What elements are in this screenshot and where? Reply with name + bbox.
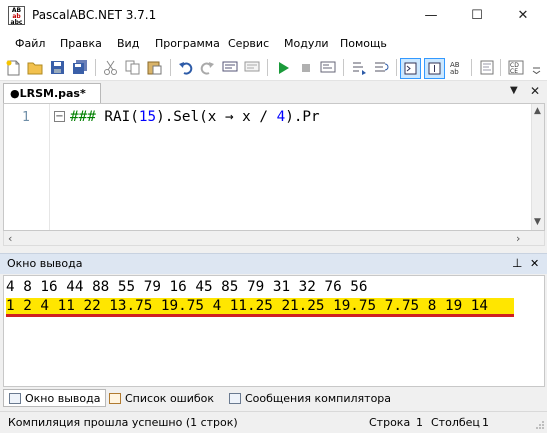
- tab-file[interactable]: ●LRSM.pas*: [3, 83, 101, 104]
- status-row-label: Строка: [369, 416, 411, 429]
- status-row-value: 1: [416, 416, 423, 429]
- toolbar-separator: [500, 59, 501, 76]
- code-icon[interactable]: CD CE: [506, 58, 525, 77]
- editor-horizontal-scrollbar[interactable]: ‹ ›: [3, 231, 545, 246]
- menu-bar: Файл Правка Вид Программа Сервис Модули …: [0, 31, 547, 55]
- fold-toggle-icon[interactable]: −: [54, 111, 65, 122]
- pin-icon[interactable]: ⊥: [512, 256, 522, 270]
- open-folder-icon[interactable]: [26, 58, 45, 77]
- scroll-down-icon[interactable]: ▼: [534, 217, 541, 227]
- toolbar-separator: [396, 59, 397, 76]
- debug-icon[interactable]: [318, 58, 337, 77]
- tab-compiler-messages-label: Сообщения компилятора: [245, 391, 392, 405]
- scroll-left-icon[interactable]: ‹: [8, 232, 12, 245]
- error-list-icon: [109, 392, 121, 404]
- console-icon[interactable]: [400, 58, 421, 79]
- editor-vertical-scrollbar[interactable]: ▲ ▼: [531, 104, 544, 230]
- toolbar-separator: [343, 59, 344, 76]
- code-token-hash: ###: [70, 109, 96, 125]
- compiler-messages-icon: [229, 392, 241, 404]
- editor-tab-strip: ●LRSM.pas* ▼ ✕: [0, 81, 547, 104]
- tab-output[interactable]: Окно вывода: [3, 389, 107, 407]
- output-window-icon: [9, 392, 21, 404]
- menu-service[interactable]: Сервис: [228, 37, 269, 50]
- tab-error-list[interactable]: Список ошибок: [104, 389, 219, 407]
- code-token-text: ).Sel(x → x /: [156, 109, 277, 125]
- close-button[interactable]: ✕: [500, 0, 546, 31]
- toolbar-separator: [267, 59, 268, 76]
- output-panel-title: Окно вывода: [7, 257, 83, 270]
- bottom-tab-strip: Окно вывода Список ошибок Сообщения комп…: [0, 387, 547, 409]
- code-editor[interactable]: 1 − ### RAI(15).Sel(x → x / 4).Pr ▲ ▼: [3, 103, 545, 231]
- resize-grip-icon[interactable]: [535, 420, 545, 430]
- code-token-number: 15: [138, 109, 157, 125]
- status-col-label: Столбец: [431, 416, 480, 429]
- code-token-text: RAI(: [95, 109, 139, 125]
- status-col-value: 1: [482, 416, 489, 429]
- step-over-icon[interactable]: [371, 58, 390, 77]
- toolbar-overflow-icon[interactable]: [530, 58, 542, 77]
- code-line[interactable]: ### RAI(15).Sel(x → x / 4).Pr: [70, 109, 320, 125]
- toolbar-separator: [95, 59, 96, 76]
- toolbar-separator: [471, 59, 472, 76]
- output-icon[interactable]: [424, 58, 445, 79]
- line-gutter: 1: [4, 104, 50, 230]
- redo-icon[interactable]: [198, 58, 217, 77]
- menu-program[interactable]: Программа: [155, 37, 220, 50]
- code-token-number: 4: [276, 109, 286, 125]
- output-panel-header: Окно вывода ⊥ ✕: [0, 253, 547, 274]
- line-number: 1: [22, 110, 30, 125]
- run-icon[interactable]: [274, 58, 293, 77]
- title-bar: AB ab abc PascalABC.NET 3.7.1 — ☐ ✕: [0, 0, 547, 31]
- copy-icon[interactable]: [123, 58, 142, 77]
- scroll-right-icon[interactable]: ›: [516, 232, 520, 245]
- undo-icon[interactable]: [176, 58, 195, 77]
- menu-help[interactable]: Помощь: [340, 37, 387, 50]
- app-icon: AB ab abc: [8, 6, 25, 26]
- menu-edit[interactable]: Правка: [60, 37, 102, 50]
- output-line-highlighted: 1 2 4 11 22 13.75 19.75 4 11.25 21.25 19…: [6, 298, 514, 317]
- menu-file[interactable]: Файл: [15, 37, 45, 50]
- tab-output-label: Окно вывода: [25, 391, 101, 405]
- tab-list-dropdown-icon[interactable]: ▼: [510, 85, 518, 96]
- tab-compiler-messages[interactable]: Сообщения компилятора: [224, 389, 396, 407]
- tab-file-label: ●LRSM.pas*: [10, 87, 86, 100]
- status-message: Компиляция прошла успешно (1 строк): [8, 416, 238, 429]
- format-icon[interactable]: [477, 58, 496, 77]
- maximize-button[interactable]: ☐: [454, 0, 500, 31]
- status-bar: Компиляция прошла успешно (1 строк) Стро…: [0, 411, 547, 433]
- svg-text:ab: ab: [450, 68, 459, 75]
- comment-icon[interactable]: [220, 58, 239, 77]
- window-title: PascalABC.NET 3.7.1: [32, 8, 157, 22]
- cut-icon[interactable]: [101, 58, 120, 77]
- scroll-up-icon[interactable]: ▲: [534, 106, 541, 116]
- stop-icon[interactable]: [296, 58, 315, 77]
- menu-view[interactable]: Вид: [117, 37, 139, 50]
- tab-close-icon[interactable]: ✕: [530, 84, 540, 98]
- output-area[interactable]: 4 8 16 44 88 55 79 16 45 85 79 31 32 76 …: [3, 275, 545, 387]
- menu-modules[interactable]: Модули: [284, 37, 329, 50]
- output-line: 4 8 16 44 88 55 79 16 45 85 79 31 32 76 …: [6, 279, 368, 295]
- code-token-text: ).Pr: [285, 109, 320, 125]
- toolbar: AB ab CD CE: [0, 55, 547, 81]
- save-all-icon[interactable]: [70, 58, 89, 77]
- toolbar-separator: [170, 59, 171, 76]
- intellisense-icon[interactable]: AB ab: [448, 58, 467, 77]
- minimize-button[interactable]: —: [408, 0, 454, 31]
- paste-icon[interactable]: [145, 58, 164, 77]
- uncomment-icon[interactable]: [242, 58, 261, 77]
- save-icon[interactable]: [48, 58, 67, 77]
- svg-text:CE: CE: [510, 68, 518, 75]
- output-close-icon[interactable]: ✕: [530, 257, 539, 270]
- step-icon[interactable]: [349, 58, 368, 77]
- new-file-icon[interactable]: [4, 58, 23, 77]
- tab-error-list-label: Список ошибок: [125, 391, 215, 405]
